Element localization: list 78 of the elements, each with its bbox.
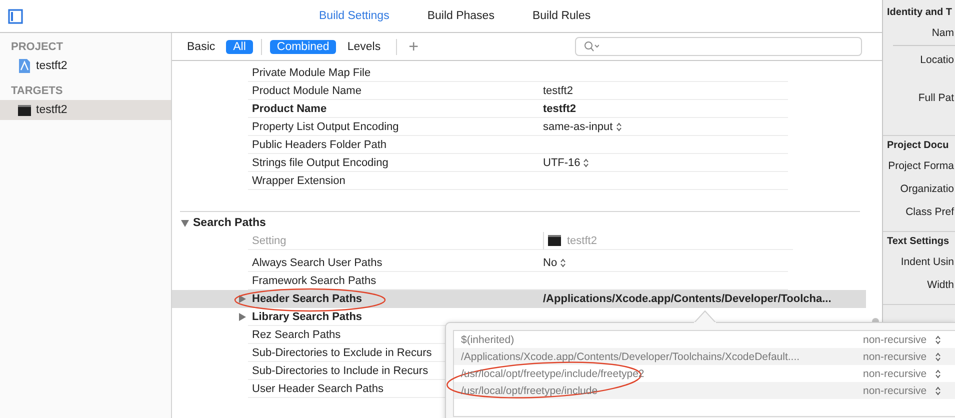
filter-segment[interactable]: Basic <box>180 40 222 54</box>
setting-value: testft2 <box>543 102 576 114</box>
setting-value[interactable]: No <box>543 256 566 268</box>
tab[interactable]: Build Settings <box>300 10 408 22</box>
setting-name: Rez Search Paths <box>252 328 341 340</box>
setting-name: Product Name <box>252 102 327 114</box>
recursion-popup[interactable]: non-recursive <box>863 368 955 380</box>
setting-row[interactable]: Public Headers Folder Path <box>172 136 866 154</box>
recursion-popup[interactable]: non-recursive <box>863 384 955 396</box>
add-button[interactable]: + <box>404 38 423 54</box>
setting-value[interactable]: same-as-input <box>543 120 622 132</box>
inspector-section-title: Text Settings <box>886 235 950 249</box>
setting-row[interactable]: Product Name testft2 <box>172 100 866 118</box>
tab[interactable]: Build Phases <box>408 10 514 22</box>
inspector-section-title: Project Docu <box>886 139 950 153</box>
field-label: Locatio <box>919 53 955 68</box>
terminal-icon <box>548 235 561 246</box>
stepper-icon <box>934 352 941 362</box>
setting-name: Private Module Map File <box>252 66 371 78</box>
section-title: Search Paths <box>193 217 266 229</box>
field-label: Project Forma <box>887 158 955 174</box>
terminal-icon <box>18 103 31 117</box>
field-label: Organizatio <box>899 182 955 196</box>
column-header: Setting <box>248 232 543 250</box>
setting-row[interactable]: Private Module Map File <box>172 64 866 82</box>
field-label: Indent Usin <box>900 254 955 270</box>
setting-name: Library Search Paths <box>252 310 362 322</box>
field-label: Full Pat <box>917 91 955 106</box>
project-file-icon <box>18 59 31 73</box>
view-segment[interactable]: Levels <box>340 40 388 54</box>
setting-row[interactable]: Product Module Name testft2 <box>172 82 866 100</box>
section-title: PROJECT <box>10 40 64 55</box>
setting-name: Product Module Name <box>252 84 362 96</box>
setting-name: Public Headers Folder Path <box>252 138 387 150</box>
setting-name: Property List Output Encoding <box>252 120 399 132</box>
stepper-icon <box>616 122 622 132</box>
setting-name: Strings file Output Encoding <box>252 156 388 168</box>
stepper-icon <box>934 386 941 396</box>
setting-row[interactable]: Header Search Paths /Applications/Xcode.app/Contents/Developer/Toolcha... <box>172 290 866 308</box>
stepper-icon <box>934 334 941 344</box>
search-icon <box>584 41 599 52</box>
setting-name: Header Search Paths <box>252 292 362 304</box>
inspector-section-title: Identity and T <box>886 6 953 20</box>
path-entry[interactable]: /Applications/Xcode.app/Contents/Developer/Toolchains/XcodeDefault.... <box>461 350 800 362</box>
setting-name: User Header Search Paths <box>252 382 384 394</box>
setting-name: Framework Search Paths <box>252 274 376 286</box>
recursion-popup[interactable]: non-recursive <box>863 334 955 346</box>
filter-segment[interactable]: All <box>226 40 253 54</box>
sidebar-item[interactable]: testft2 <box>0 100 171 120</box>
field-label: Width <box>926 278 955 292</box>
sidebar-item[interactable]: testft2 <box>0 56 171 76</box>
sidebar-toggle-icon[interactable] <box>8 8 23 24</box>
recursion-popup[interactable]: non-recursive <box>863 350 955 362</box>
stepper-icon <box>583 158 590 168</box>
disclosure-triangle-icon <box>239 295 246 303</box>
search-field[interactable] <box>575 37 862 56</box>
setting-value: /Applications/Xcode.app/Contents/Developer/Toolcha... <box>543 292 832 304</box>
field-label: Class Pref <box>904 204 955 220</box>
setting-value: testft2 <box>543 84 573 96</box>
stepper-icon <box>934 368 941 378</box>
setting-name: Sub-Directories to Include in Recurs <box>252 364 428 376</box>
setting-row[interactable]: Property List Output Encoding same-as-input <box>172 118 866 136</box>
setting-name: Always Search User Paths <box>252 256 382 268</box>
setting-row[interactable]: Wrapper Extension <box>172 172 866 190</box>
setting-name: Sub-Directories to Exclude in Recurs <box>252 346 432 358</box>
setting-name: Wrapper Extension <box>252 174 346 186</box>
disclosure-triangle-icon <box>239 313 246 321</box>
stepper-icon <box>560 258 566 268</box>
section-title: TARGETS <box>10 84 64 99</box>
setting-row[interactable]: Strings file Output Encoding UTF-16 <box>172 154 866 172</box>
disclosure-triangle-icon[interactable] <box>181 220 189 226</box>
tab[interactable]: Build Rules <box>513 10 610 22</box>
view-segment[interactable]: Combined <box>270 40 336 54</box>
setting-value[interactable]: UTF-16 <box>543 156 590 168</box>
field-label: Nam <box>893 21 955 46</box>
setting-row[interactable]: Always Search User Paths No <box>172 254 866 272</box>
path-entry[interactable]: $(inherited) <box>461 334 514 346</box>
column-header: testft2 <box>543 232 793 250</box>
